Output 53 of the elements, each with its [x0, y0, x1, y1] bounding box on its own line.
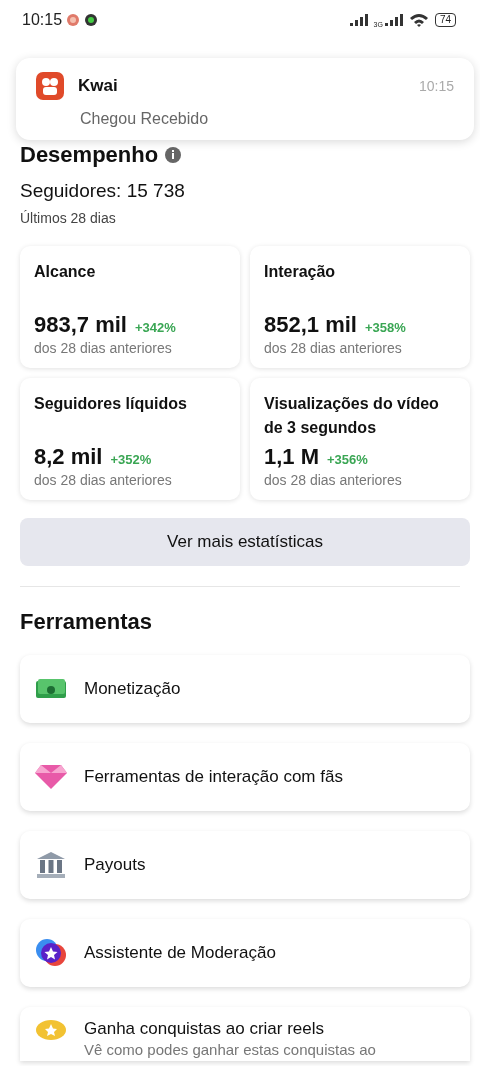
more-stats-button[interactable]: Ver mais estatísticas — [20, 518, 470, 566]
tool-subtitle: Vê como podes ganhar estas conquistas ao — [84, 1041, 376, 1058]
tool-label: Monetização — [84, 679, 181, 699]
stat-change: +358% — [364, 320, 406, 335]
badge-icon — [35, 1019, 67, 1041]
wifi-icon — [408, 13, 429, 27]
tool-item[interactable]: Ganha conquistas ao criar reels Vê como podes ganhar estas conquistas ao — [20, 1007, 470, 1061]
tool-item[interactable]: Ferramentas de interação com fãs — [20, 743, 470, 811]
tool-label: Assistente de Moderação — [84, 943, 276, 963]
app-notification-icon — [66, 13, 81, 27]
stat-title: Seguidores líquidos — [34, 394, 188, 414]
period-label: Últimos 28 dias — [20, 210, 117, 226]
diamond-icon — [34, 764, 68, 790]
tool-item[interactable]: Payouts — [20, 831, 470, 899]
app-name: Kwai — [78, 76, 118, 96]
tool-label: Ferramentas de interação com fãs — [84, 767, 343, 787]
stat-change: +342% — [134, 320, 176, 335]
stat-note: dos 28 dias anteriores — [264, 472, 403, 488]
stat-card[interactable]: Alcance 983,7 mil +342% dos 28 dias anteriores — [20, 246, 240, 368]
notification-time: 10:15 — [418, 78, 454, 94]
signal-icon — [349, 14, 368, 26]
bank-icon — [36, 851, 66, 879]
status-time: 10:15 — [22, 11, 63, 29]
info-icon[interactable] — [164, 146, 183, 164]
stat-title: Alcance — [34, 262, 97, 282]
stat-title: Interação — [264, 262, 337, 282]
tool-label: Ganha conquistas ao criar reels — [84, 1019, 326, 1039]
banknote-icon — [36, 678, 66, 700]
section-title: Ferramentas — [20, 609, 154, 635]
tool-item[interactable]: Monetização — [20, 655, 470, 723]
stat-value: 8,2 mil — [34, 444, 103, 470]
stat-note: dos 28 dias anteriores — [34, 472, 173, 488]
tool-item[interactable]: Assistente de Moderação — [20, 919, 470, 987]
stat-title: Visualizações do vídeo de 3 segundos — [264, 394, 440, 438]
stat-card[interactable]: Interação 852,1 mil +358% dos 28 dias anteriores — [250, 246, 470, 368]
tool-label: Payouts — [84, 855, 146, 875]
section-title: Desempenho — [20, 142, 159, 168]
stat-value: 983,7 mil — [34, 312, 127, 338]
stat-change: +352% — [110, 452, 152, 467]
signal-icon — [384, 14, 403, 26]
stat-value: 1,1 M — [264, 444, 320, 470]
followers-count: Seguidores: 15 738 — [20, 180, 186, 202]
notification-message: Chegou Recebido — [80, 110, 210, 128]
battery-level: 74 — [434, 13, 456, 27]
stat-card[interactable]: Seguidores líquidos 8,2 mil +352% dos 28 dias anteriores — [20, 378, 240, 500]
stat-value: 852,1 mil — [264, 312, 357, 338]
app-notification-icon — [84, 13, 99, 27]
stat-note: dos 28 dias anteriores — [264, 340, 403, 356]
stat-card[interactable]: Visualizações do vídeo de 3 segundos 1,1 M +356% dos 28 dias anteriores — [250, 378, 470, 500]
star-shield-icon — [35, 938, 67, 968]
app-icon — [36, 72, 64, 100]
stat-change: +356% — [327, 452, 368, 467]
stat-note: dos 28 dias anteriores — [34, 340, 173, 356]
